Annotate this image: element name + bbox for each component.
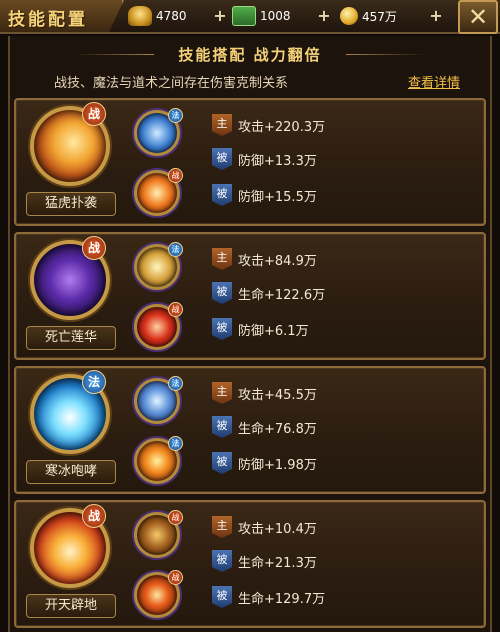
- skill-type-badge: 战: [82, 504, 106, 528]
- stat-tag-passive: 被: [212, 184, 232, 206]
- panel-subtitle: 技能搭配 战力翻倍: [178, 46, 322, 64]
- add-coin-button[interactable]: +: [428, 8, 444, 24]
- stat-value: 攻击+220.3万: [238, 119, 326, 135]
- stat-tag-passive: 被: [212, 452, 232, 474]
- sub-skill-badge: 法: [168, 108, 183, 123]
- cash-icon: [232, 6, 256, 26]
- skill-name: 开天辟地: [26, 594, 116, 618]
- stat-tag-main: 主: [212, 248, 232, 270]
- stat-row: 被 防御+6.1万: [212, 318, 309, 340]
- skill-card[interactable]: 法 寒冰咆哮 法 法 主 攻击+45.5万 被 生命+76.8万 被 防御+1.…: [14, 366, 486, 494]
- stat-tag-passive: 被: [212, 318, 232, 340]
- stat-value: 防御+1.98万: [238, 457, 317, 473]
- stat-row: 主 攻击+10.4万: [212, 516, 317, 538]
- stat-value: 防御+15.5万: [238, 189, 317, 205]
- stat-row: 被 生命+21.3万: [212, 550, 317, 572]
- stat-row: 被 生命+129.7万: [212, 586, 325, 608]
- stat-tag-main: 主: [212, 382, 232, 404]
- skill-config-panel: 技能搭配 战力翻倍 战技、魔法与道术之间存在伤害克制关系 查看详情 战 猛虎扑袭…: [8, 36, 492, 632]
- coin-icon: [340, 7, 358, 25]
- sub-skill-badge: 战: [168, 510, 183, 525]
- sub-skill-badge: 法: [168, 376, 183, 391]
- sub-skill-badge: 战: [168, 570, 183, 585]
- close-icon: ✕: [467, 3, 489, 31]
- stat-value: 攻击+10.4万: [238, 521, 317, 537]
- close-button[interactable]: ✕: [458, 0, 498, 34]
- skill-name: 猛虎扑袭: [26, 192, 116, 216]
- resource-cash: 1008 +: [232, 5, 332, 27]
- stat-tag-passive: 被: [212, 586, 232, 608]
- stat-row: 被 防御+1.98万: [212, 452, 317, 474]
- skill-name: 死亡莲华: [26, 326, 116, 350]
- stat-tag-main: 主: [212, 114, 232, 136]
- stat-tag-passive: 被: [212, 550, 232, 572]
- sub-skill-badge: 战: [168, 168, 183, 183]
- stat-row: 被 生命+76.8万: [212, 416, 317, 438]
- resource-ingot: 4780 +: [128, 5, 228, 27]
- stat-value: 攻击+84.9万: [238, 253, 317, 269]
- stat-value: 生命+76.8万: [238, 421, 317, 437]
- skill-card[interactable]: 战 猛虎扑袭 法 战 主 攻击+220.3万 被 防御+13.3万 被 防御+1…: [14, 98, 486, 226]
- stat-row: 被 防御+13.3万: [212, 148, 317, 170]
- stat-tag-passive: 被: [212, 416, 232, 438]
- counter-description: 战技、魔法与道术之间存在伤害克制关系: [54, 76, 289, 91]
- skill-type-badge: 战: [82, 236, 106, 260]
- page-title: 技能配置: [8, 10, 88, 30]
- skill-card[interactable]: 战 死亡莲华 法 战 主 攻击+84.9万 被 生命+122.6万 被 防御+6…: [14, 232, 486, 360]
- coin-value: 457万: [362, 9, 397, 24]
- stat-value: 生命+21.3万: [238, 555, 317, 571]
- skill-type-badge: 法: [82, 370, 106, 394]
- stat-row: 主 攻击+45.5万: [212, 382, 317, 404]
- skill-card[interactable]: 战 开天辟地 战 战 主 攻击+10.4万 被 生命+21.3万 被 生命+12…: [14, 500, 486, 628]
- stat-row: 主 攻击+84.9万: [212, 248, 317, 270]
- top-bar: 技能配置 4780 + 1008 + 457万 + ✕: [0, 0, 500, 34]
- add-ingot-button[interactable]: +: [212, 8, 228, 24]
- sub-skill-badge: 战: [168, 302, 183, 317]
- stat-tag-passive: 被: [212, 148, 232, 170]
- stat-value: 攻击+45.5万: [238, 387, 317, 403]
- stat-row: 被 防御+15.5万: [212, 184, 317, 206]
- stat-tag-passive: 被: [212, 282, 232, 304]
- title-plate: 技能配置: [0, 0, 124, 32]
- stat-row: 主 攻击+220.3万: [212, 114, 325, 136]
- stat-tag-main: 主: [212, 516, 232, 538]
- skill-name: 寒冰咆哮: [26, 460, 116, 484]
- view-details-link[interactable]: 查看详情: [408, 72, 460, 91]
- sub-skill-badge: 法: [168, 436, 183, 451]
- sub-skill-badge: 法: [168, 242, 183, 257]
- skill-type-badge: 战: [82, 102, 106, 126]
- ingot-value: 4780: [156, 9, 187, 23]
- cash-value: 1008: [260, 9, 291, 23]
- add-cash-button[interactable]: +: [316, 8, 332, 24]
- stat-value: 防御+13.3万: [238, 153, 317, 169]
- stat-value: 生命+129.7万: [238, 591, 326, 607]
- stat-value: 防御+6.1万: [238, 323, 309, 339]
- ingot-icon: [128, 6, 152, 26]
- resource-coin: 457万 +: [340, 5, 444, 27]
- stat-value: 生命+122.6万: [238, 287, 326, 303]
- stat-row: 被 生命+122.6万: [212, 282, 325, 304]
